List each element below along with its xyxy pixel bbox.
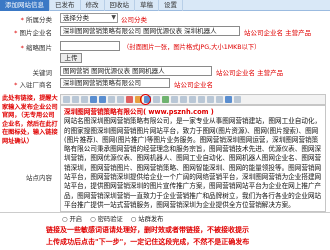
align-center-icon[interactable] — [189, 96, 196, 103]
table-icon[interactable] — [171, 96, 178, 103]
thumb-path-input[interactable] — [60, 41, 120, 51]
thumb-hint: （封面图片一张，图片格式JPG,大小1MKB以下） — [123, 44, 261, 51]
font-color-icon[interactable] — [126, 96, 133, 103]
option-3[interactable]: ○ 站群发布 — [131, 214, 164, 223]
image-icon[interactable] — [162, 96, 169, 103]
source-icon[interactable] — [63, 96, 70, 103]
keyword-label: 关键词 — [32, 69, 53, 77]
company-input[interactable]: 深圳图网营销策略有限公司 — [60, 78, 170, 88]
thumb-label: * 缩略图片 — [20, 44, 52, 52]
title-hint: 站公司企业名 主营产品 — [244, 29, 312, 37]
emoji-icon[interactable] — [225, 96, 232, 103]
content-label: 站点内容 — [26, 174, 52, 182]
unlink-icon[interactable] — [153, 96, 160, 103]
align-right-icon[interactable] — [198, 96, 205, 103]
content-paragraph: 网站名图深圳图网营销策略有限公司，是一家专业从事图网营销建站，图网工业自动化，的… — [64, 117, 322, 209]
tab-draft[interactable]: 草稿 — [135, 0, 159, 11]
company-label: * 入驻厂商名 — [14, 81, 52, 89]
tab-published[interactable]: 已发布 — [50, 0, 81, 11]
content-company-title: 深圳图网营销策略有限公司( www.psznh.com ) — [64, 108, 214, 116]
tab-recycle[interactable]: 回收站 — [105, 0, 135, 11]
list-icon[interactable] — [207, 96, 214, 103]
warning-2: 上传成功后点击"下一步"，一定记住这段完成，不然不是正确发布 — [46, 238, 250, 246]
indent-icon[interactable] — [216, 96, 223, 103]
option-1[interactable]: ○ 开启 — [62, 214, 82, 223]
strike-icon[interactable] — [117, 96, 124, 103]
title-input[interactable]: 深圳图网营销策略有限公司 图网优源仪表 深圳机器人 — [60, 26, 240, 36]
italic-icon[interactable] — [99, 96, 106, 103]
option-2[interactable]: ○ 密码验证 — [90, 214, 123, 223]
category-select[interactable]: 选择分类 ▼ — [60, 13, 118, 23]
tab-settings[interactable]: 设置 — [159, 0, 183, 11]
tab-bar: 添加网站信息 已发布 修改 回收站 草稿 设置 — [0, 0, 330, 11]
chevron-down-icon: ▼ — [111, 14, 116, 21]
bold-icon[interactable] — [90, 96, 97, 103]
keyword-input[interactable]: 图网营销 图网优源仪表 图网机器人 — [60, 66, 212, 76]
publish-options: ○ 开启 ○ 密码验证 ○ 站群发布 — [0, 212, 330, 223]
warning-1: 链接及一些敏感词语请处理好，删时效或者带链接，不被接收提示 — [46, 226, 249, 234]
editor-toolbar — [60, 94, 326, 105]
align-left-icon[interactable] — [180, 96, 187, 103]
keyword-hint: 站公司企业名 主营产品 — [216, 69, 284, 77]
title-label: * 图片企业名 — [14, 29, 52, 37]
undo-icon[interactable] — [72, 96, 79, 103]
tab-edit[interactable]: 修改 — [81, 0, 105, 11]
underline-icon[interactable] — [108, 96, 115, 103]
category-hint: 公司分类 — [121, 16, 147, 24]
company-hint: 站公司企业名 — [174, 81, 213, 89]
upload-button[interactable]: 上传 — [60, 53, 82, 63]
link-highlight-circle — [140, 94, 151, 105]
tab-add-info[interactable]: 添加网站信息 — [0, 0, 50, 11]
redo-icon[interactable] — [81, 96, 88, 103]
fullscreen-icon[interactable] — [234, 96, 241, 103]
category-label: * 所属分类 — [20, 16, 52, 24]
content-editor[interactable]: 深圳图网营销策略有限公司( www.psznh.com ) 网站名图深圳图网营销… — [60, 105, 326, 212]
side-note: 此处有链接，提醒大家输入发布企业公司官网，（无专用公司企业名，然后在此打在图标处… — [2, 95, 58, 145]
